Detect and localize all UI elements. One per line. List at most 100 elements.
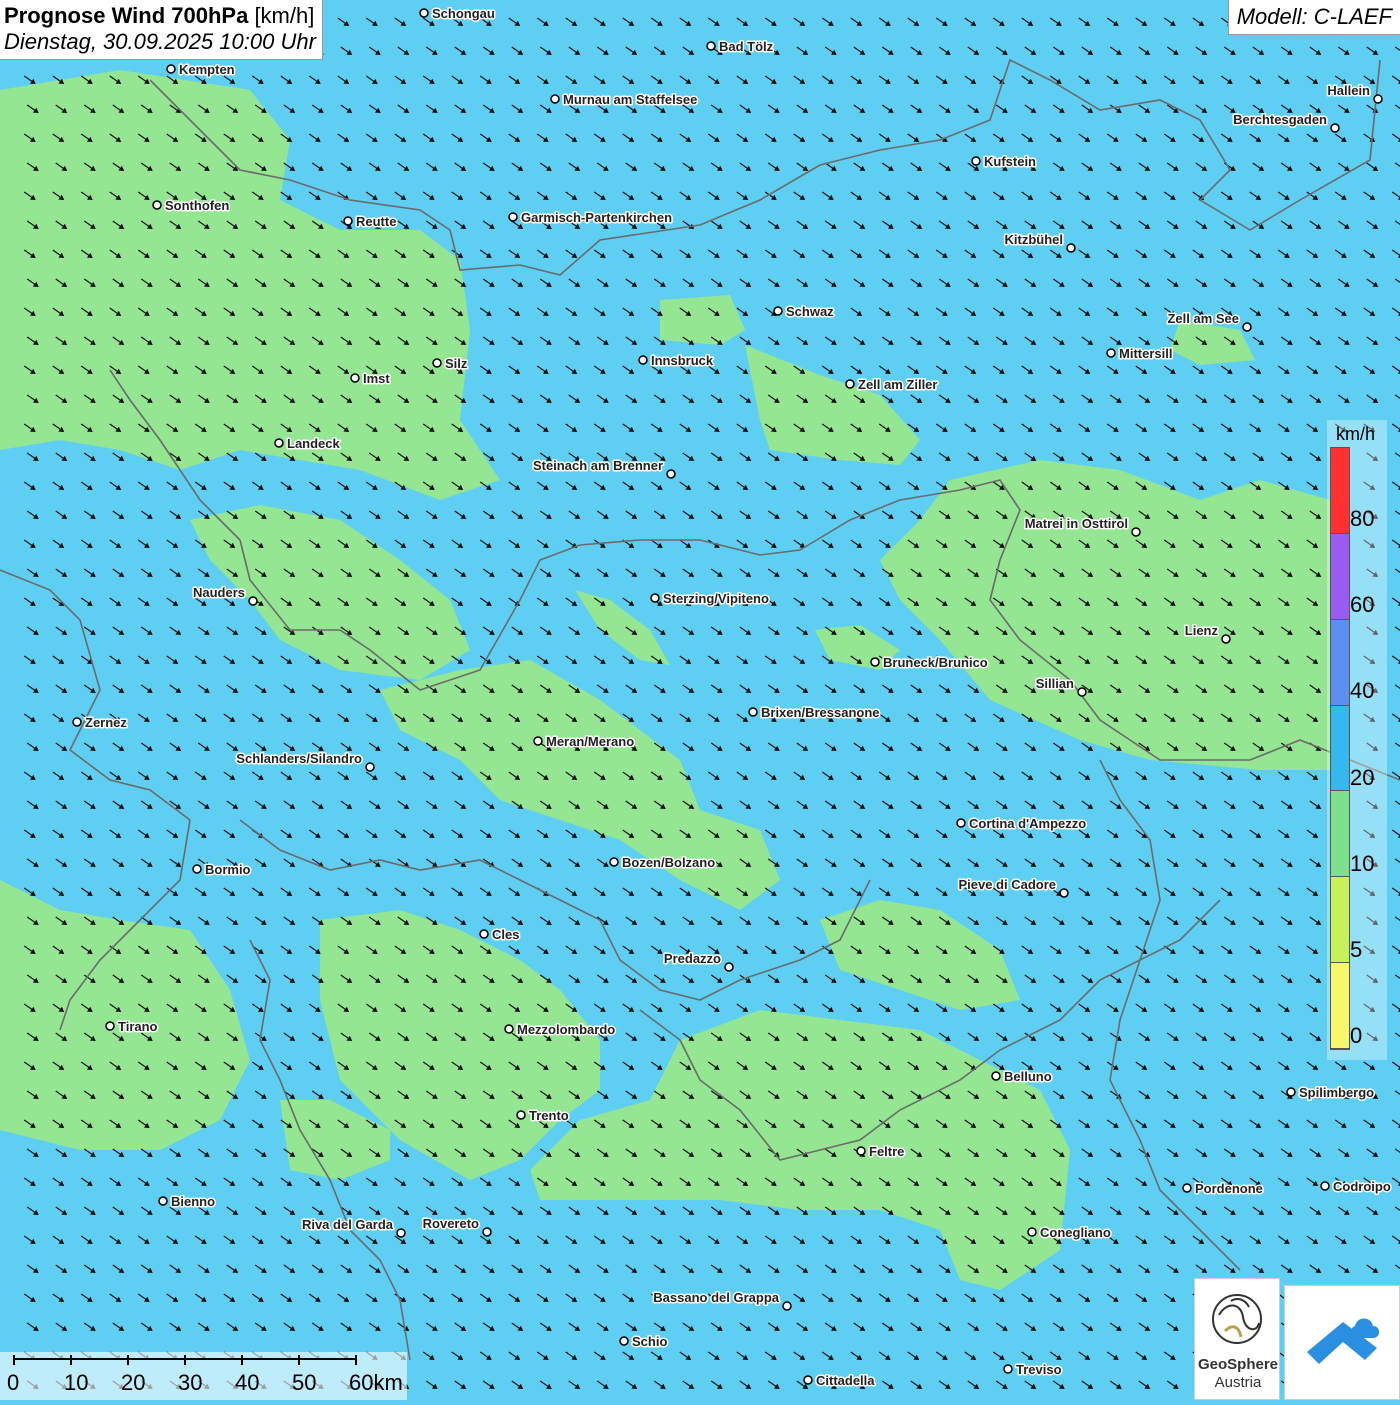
city-label: Cittadella xyxy=(816,1373,875,1388)
city-label: Bozen/Bolzano xyxy=(622,855,715,870)
city-dot xyxy=(1320,1181,1330,1191)
city-label: Conegliano xyxy=(1040,1225,1111,1240)
city-dot xyxy=(432,358,442,368)
scale-label: 40 xyxy=(235,1370,260,1395)
city-marker: Innsbruck xyxy=(638,352,715,370)
city-marker: Zell am Ziller xyxy=(845,376,939,394)
city-label: Steinach am Brenner xyxy=(533,458,663,473)
city-dot xyxy=(1059,888,1069,898)
city-label: Kitzbühel xyxy=(1005,232,1064,247)
city-dot xyxy=(105,1021,115,1031)
city-dot xyxy=(419,8,429,18)
city-marker: Brixen/Bressanone xyxy=(748,704,881,722)
city-label: Riva del Garda xyxy=(302,1217,394,1232)
city-label: Kempten xyxy=(179,62,235,77)
city-label: Murnau am Staffelsee xyxy=(563,92,697,107)
weather-app-logo[interactable] xyxy=(1284,1285,1400,1400)
city-label: Bormio xyxy=(205,862,251,877)
map-title-box: Prognose Wind 700hPa [km/h] Dienstag, 30… xyxy=(0,0,323,60)
city-label: Silz xyxy=(445,356,468,371)
city-dot xyxy=(343,216,353,226)
city-marker: Conegliano xyxy=(1027,1224,1112,1242)
city-dot xyxy=(533,736,543,746)
city-label: Kufstein xyxy=(984,154,1036,169)
legend-segment xyxy=(1331,448,1349,534)
city-label: Zell am See xyxy=(1167,311,1239,326)
city-dot xyxy=(274,438,284,448)
city-label: Sillian xyxy=(1036,676,1074,691)
geosphere-logo-subtext: Austria xyxy=(1214,1374,1262,1391)
legend-tick-label: 0 xyxy=(1350,1023,1363,1049)
city-dot xyxy=(396,1228,406,1238)
city-dot xyxy=(1373,94,1383,104)
scale-bar-ruler xyxy=(13,1355,357,1365)
city-label: Sterzing/Vipiteno xyxy=(663,591,769,606)
city-label: Predazzo xyxy=(664,951,721,966)
scale-label: 0 xyxy=(7,1370,20,1395)
city-marker: Spilimbergo xyxy=(1286,1084,1376,1102)
city-label: Zernez xyxy=(85,715,127,730)
city-dot xyxy=(365,762,375,772)
city-dot xyxy=(482,1227,492,1237)
city-dot xyxy=(870,657,880,667)
city-dot xyxy=(991,1071,1001,1081)
city-dot xyxy=(724,962,734,972)
city-label: Garmisch-Partenkirchen xyxy=(521,210,672,225)
city-dot xyxy=(1221,634,1231,644)
city-dot xyxy=(152,200,162,210)
city-label: Bienno xyxy=(171,1194,215,1209)
legend-segment xyxy=(1331,533,1349,620)
city-dot xyxy=(782,1301,792,1311)
city-dot xyxy=(971,156,981,166)
city-dot xyxy=(706,41,716,51)
scale-label: 20 xyxy=(121,1370,146,1395)
city-label: Cles xyxy=(492,927,519,942)
city-dot xyxy=(650,593,660,603)
city-label: Matrei in Osttirol xyxy=(1025,516,1128,531)
city-label: Berchtesgaden xyxy=(1233,112,1327,127)
wind-map: Schongau Bad Tölz Kempten Murnau am Staffel… xyxy=(0,0,1400,1400)
city-marker: Sterzing/Vipiteno xyxy=(650,590,770,608)
legend-segment xyxy=(1331,963,1349,1049)
city-label: Trento xyxy=(529,1108,569,1123)
city-label: Bassano del Grappa xyxy=(653,1290,779,1305)
legend-tick-label: 40 xyxy=(1350,678,1375,704)
city-label: Hallein xyxy=(1327,83,1370,98)
city-dot xyxy=(158,1196,168,1206)
city-marker: Cortina d'Ampezzo xyxy=(956,815,1088,833)
legend-segment xyxy=(1331,877,1349,964)
city-label: Brixen/Bressanone xyxy=(761,705,880,720)
city-marker: Garmisch-Partenkirchen xyxy=(508,209,674,227)
city-marker: Bruneck/Brunico xyxy=(870,654,989,672)
city-marker: Mezzolombardo xyxy=(504,1021,617,1039)
city-dot xyxy=(1066,243,1076,253)
city-label: Cortina d'Ampezzo xyxy=(969,816,1086,831)
city-label: Nauders xyxy=(193,585,245,600)
city-label: Lienz xyxy=(1185,623,1219,638)
city-marker: Pordenone xyxy=(1182,1180,1264,1198)
city-label: Codroipo xyxy=(1333,1179,1391,1194)
city-dot xyxy=(748,707,758,717)
city-label: Treviso xyxy=(1016,1362,1062,1377)
legend-segment xyxy=(1331,705,1349,792)
legend-tick-label: 60 xyxy=(1350,592,1375,618)
city-label: Pieve di Cadore xyxy=(958,877,1056,892)
city-label: Meran/Merano xyxy=(546,734,634,749)
map-title: Prognose Wind 700hPa [km/h] xyxy=(4,3,315,28)
calm-zone-schwaz xyxy=(660,295,745,345)
city-label: Mittersill xyxy=(1119,346,1172,361)
city-dot xyxy=(666,469,676,479)
city-label: Feltre xyxy=(869,1144,904,1159)
city-label: Innsbruck xyxy=(651,353,714,368)
city-label: Mezzolombardo xyxy=(517,1022,615,1037)
city-dot xyxy=(72,717,82,727)
legend-tick-label: 20 xyxy=(1350,764,1375,790)
legend-unit: km/h xyxy=(1336,424,1376,444)
city-dot xyxy=(550,94,560,104)
city-dot xyxy=(1182,1183,1192,1193)
city-label: Spilimbergo xyxy=(1299,1085,1374,1100)
city-dot xyxy=(856,1146,866,1156)
legend-tick-label: 10 xyxy=(1350,850,1375,876)
city-dot xyxy=(516,1110,526,1120)
city-dot xyxy=(1027,1227,1037,1237)
